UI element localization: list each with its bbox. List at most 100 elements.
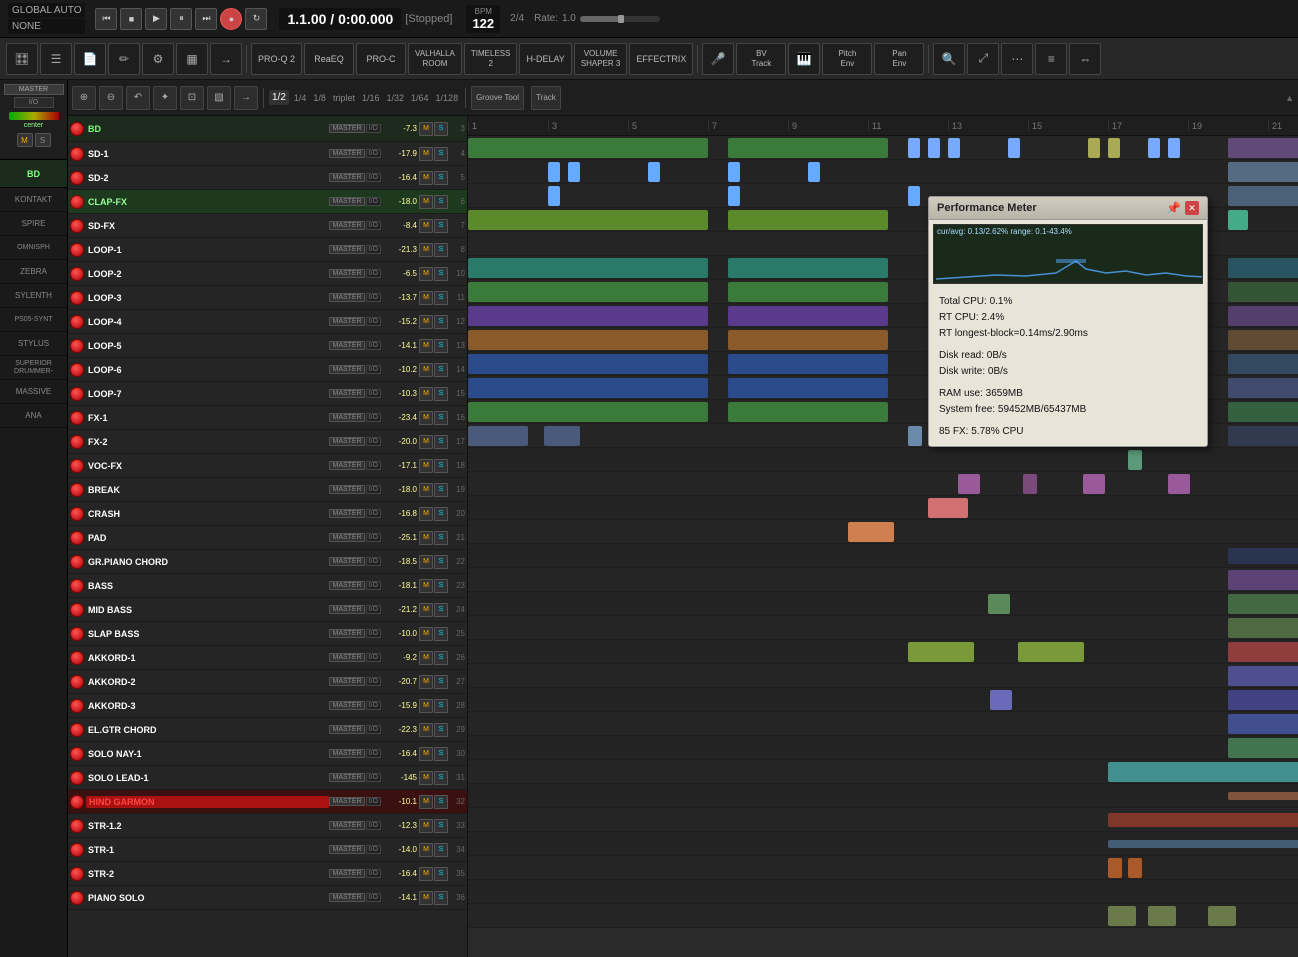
clip-solonay-ext[interactable] [1108, 762, 1298, 782]
rewind-btn[interactable]: ⏮ [95, 8, 117, 30]
track-solo-str1[interactable]: S [434, 843, 448, 857]
plugin-reaeq[interactable]: ReaEQ [304, 43, 354, 75]
clip-bd-7[interactable] [1088, 138, 1100, 158]
table-row[interactable]: FX-1 MASTER I/O -23.4 M S 16 [68, 406, 467, 430]
table-row[interactable]: LOOP-6 MASTER I/O -10.2 M S 14 [68, 358, 467, 382]
clip-bass-ext[interactable] [1228, 594, 1298, 614]
clip-loop4-2[interactable] [728, 330, 888, 350]
pause-btn[interactable]: ⏸ [170, 8, 192, 30]
track-solo-str2[interactable]: S [434, 867, 448, 881]
track-io-str2[interactable]: I/O [366, 869, 381, 878]
track-arm-elgtr[interactable] [70, 723, 84, 737]
track-solo-pianosolo[interactable]: S [434, 891, 448, 905]
track-mute-pianosolo[interactable]: M [419, 891, 433, 905]
toolbar-btn-6[interactable]: ▧ [207, 86, 231, 110]
track-io-fx1[interactable]: I/O [366, 413, 381, 422]
track-mute-sd2[interactable]: M [419, 171, 433, 185]
perf-meter-pin-btn[interactable]: 📌 [1166, 201, 1181, 215]
track-io-grpiano[interactable]: I/O [366, 557, 381, 566]
table-row[interactable]: SD-2 MASTER I/O -16.4 M S 5 [68, 166, 467, 190]
plugin-pitch-env[interactable]: PitchEnv [822, 43, 872, 75]
clip-loop6-ext[interactable] [1228, 378, 1298, 398]
clip-bd-ext[interactable] [1228, 138, 1298, 158]
fraction-32nd[interactable]: 1/32 [384, 93, 406, 103]
track-io-crash[interactable]: I/O [366, 509, 381, 518]
clip-str1-2[interactable] [1128, 858, 1142, 878]
track-mute-sdfx[interactable]: M [419, 219, 433, 233]
track-io-break[interactable]: I/O [366, 485, 381, 494]
track-io-pianosolo[interactable]: I/O [366, 893, 381, 902]
track-arm-slapbass[interactable] [70, 627, 84, 641]
instrument-stylus[interactable]: STYLUS [0, 332, 67, 356]
fraction-64th[interactable]: 1/64 [409, 93, 431, 103]
clip-loop3-1[interactable] [468, 306, 708, 326]
track-mute-pad[interactable]: M [419, 531, 433, 545]
instrument-massive[interactable]: MASSIVE [0, 380, 67, 404]
plugin-vol-shaper[interactable]: VOLUMESHAPER 3 [574, 43, 628, 75]
clip-loop5-1[interactable] [468, 354, 708, 374]
track-solo-str12[interactable]: S [434, 819, 448, 833]
track-mute-break[interactable]: M [419, 483, 433, 497]
clip-elgtr-ext[interactable] [1228, 738, 1298, 758]
track-io-str1[interactable]: I/O [366, 845, 381, 854]
clip-loop7-ext[interactable] [1228, 402, 1298, 422]
clip-akk1-ext[interactable] [1228, 666, 1298, 686]
track-solo-bd[interactable]: S [434, 122, 448, 136]
rate-slider[interactable] [580, 16, 660, 22]
toolbar-btn-1[interactable]: ⊕ [72, 86, 96, 110]
table-row[interactable]: AKKORD-3 MASTER I/O -15.9 M S 28 [68, 694, 467, 718]
track-io-akk1[interactable]: I/O [366, 653, 381, 662]
track-mute-sd1[interactable]: M [419, 147, 433, 161]
track-solo-loop5[interactable]: S [434, 339, 448, 353]
clip-slapbass-ext[interactable] [1228, 642, 1298, 662]
track-io-akk2[interactable]: I/O [366, 677, 381, 686]
clip-bd-5[interactable] [948, 138, 960, 158]
track-io-slapbass[interactable]: I/O [366, 629, 381, 638]
table-row[interactable]: MID BASS MASTER I/O -21.2 M S 24 [68, 598, 467, 622]
track-mute-clapfx[interactable]: M [419, 195, 433, 209]
clip-crash-1[interactable] [848, 522, 894, 542]
clip-loop1-1[interactable] [468, 258, 708, 278]
track-io-midbass[interactable]: I/O [366, 605, 381, 614]
track-arm-break[interactable] [70, 483, 84, 497]
track-solo-akk2[interactable]: S [434, 675, 448, 689]
table-row[interactable]: EL.GTR CHORD MASTER I/O -22.3 M S 29 [68, 718, 467, 742]
bars-icon-btn[interactable]: ≡ [1035, 43, 1067, 75]
instrument-superior[interactable]: SUPERIORDRUMMER- [0, 356, 67, 380]
clip-slapbass-1[interactable] [908, 642, 974, 662]
clip-clapfx-1[interactable] [468, 210, 708, 230]
resize-icon-btn[interactable]: ⇔ [1069, 43, 1101, 75]
clip-bd-10[interactable] [1168, 138, 1180, 158]
track-mute-solonay[interactable]: M [419, 747, 433, 761]
clip-clapfx-ext[interactable] [1228, 210, 1248, 230]
track-io-loop5[interactable]: I/O [366, 341, 381, 350]
track-mute-loop7[interactable]: M [419, 387, 433, 401]
clip-pad-ext[interactable] [1228, 548, 1298, 564]
clip-bd-3[interactable] [908, 138, 920, 158]
track-solo-pad[interactable]: S [434, 531, 448, 545]
track-mute-bass[interactable]: M [419, 579, 433, 593]
plugin-pan-env[interactable]: PanEnv [874, 43, 924, 75]
clip-bd-8[interactable] [1108, 138, 1120, 158]
track-io-loop1[interactable]: I/O [366, 245, 381, 254]
track-mute-sololead[interactable]: M [419, 771, 433, 785]
track-mute-crash[interactable]: M [419, 507, 433, 521]
track-mute-fx1[interactable]: M [419, 411, 433, 425]
track-solo-slapbass[interactable]: S [434, 627, 448, 641]
track-io-solonay[interactable]: I/O [366, 749, 381, 758]
table-row[interactable]: LOOP-4 MASTER I/O -15.2 M S 12 [68, 310, 467, 334]
track-io-loop6[interactable]: I/O [366, 365, 381, 374]
track-solo-sdfx[interactable]: S [434, 219, 448, 233]
track-io-sololead[interactable]: I/O [366, 773, 381, 782]
clip-str12-ext[interactable] [1108, 840, 1298, 848]
track-io-elgtr[interactable]: I/O [366, 725, 381, 734]
track-io-sd2[interactable]: I/O [366, 173, 381, 182]
track-solo-akk3[interactable]: S [434, 699, 448, 713]
table-row[interactable]: STR-2 MASTER I/O -16.4 M S 35 [68, 862, 467, 886]
track-solo-midbass[interactable]: S [434, 603, 448, 617]
table-row[interactable]: LOOP-7 MASTER I/O -10.3 M S 15 [68, 382, 467, 406]
bpm-value[interactable]: 122 [472, 16, 494, 31]
instrument-spire[interactable]: SPIRE [0, 212, 67, 236]
clip-loop2-ext[interactable] [1228, 282, 1298, 302]
piano-icon-btn[interactable]: 🎹 [788, 43, 820, 75]
